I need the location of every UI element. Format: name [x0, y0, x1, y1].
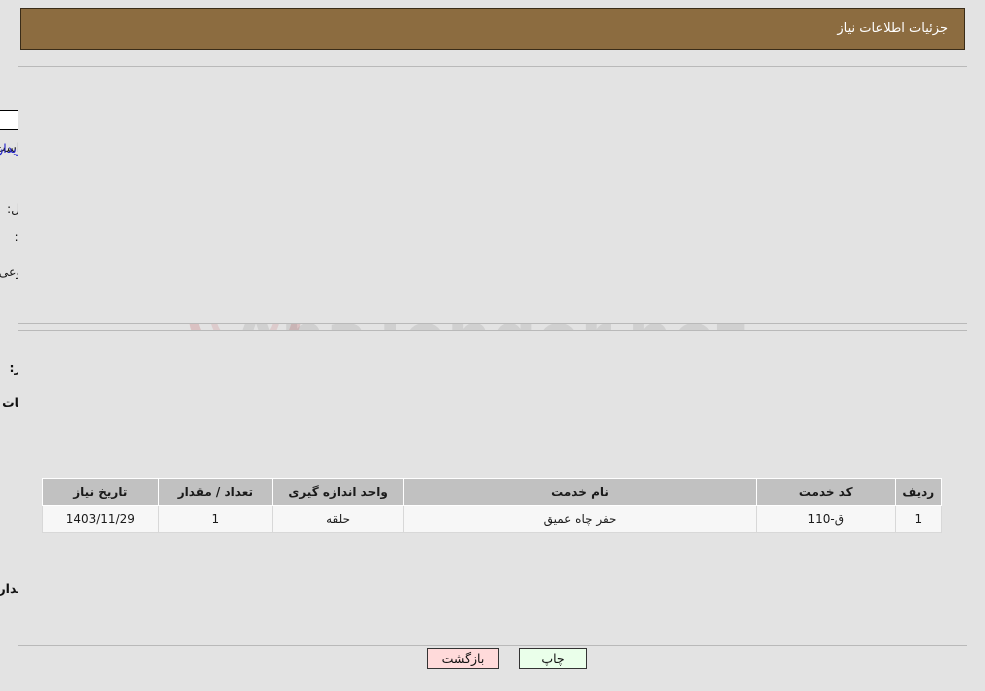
services-table: ردیف کد خدمت نام خدمت واحد اندازه گیری ت…: [42, 478, 943, 533]
page-title: جزئیات اطلاعات نیاز: [837, 21, 948, 36]
cell-service-name: حفر چاه عمیق: [403, 505, 757, 533]
col-service-code: کد خدمت: [755, 478, 896, 506]
back-button[interactable]: بازگشت: [427, 648, 499, 669]
col-unit: واحد اندازه گیری: [272, 478, 405, 506]
cell-service-code: ق-110: [755, 505, 896, 533]
col-need-date: تاریخ نیاز: [42, 478, 159, 506]
request-info-panel: [18, 66, 967, 324]
cell-row-no: 1: [894, 505, 943, 533]
page-root: AnaTender.net جزئیات اطلاعات نیاز شماره …: [0, 0, 985, 691]
cell-unit: حلقه: [272, 505, 405, 533]
table-row: 1 ق-110 حفر چاه عمیق حلقه 1 1403/11/29: [42, 505, 943, 533]
col-quantity: تعداد / مقدار: [157, 478, 274, 506]
cell-need-date: 1403/11/29: [42, 505, 159, 533]
print-button[interactable]: چاپ: [519, 648, 587, 669]
table-header-row: ردیف کد خدمت نام خدمت واحد اندازه گیری ت…: [42, 478, 943, 506]
cell-quantity: 1: [157, 505, 274, 533]
col-row-no: ردیف: [894, 478, 943, 506]
col-service-name: نام خدمت: [403, 478, 757, 506]
app-header: جزئیات اطلاعات نیاز: [20, 8, 965, 50]
